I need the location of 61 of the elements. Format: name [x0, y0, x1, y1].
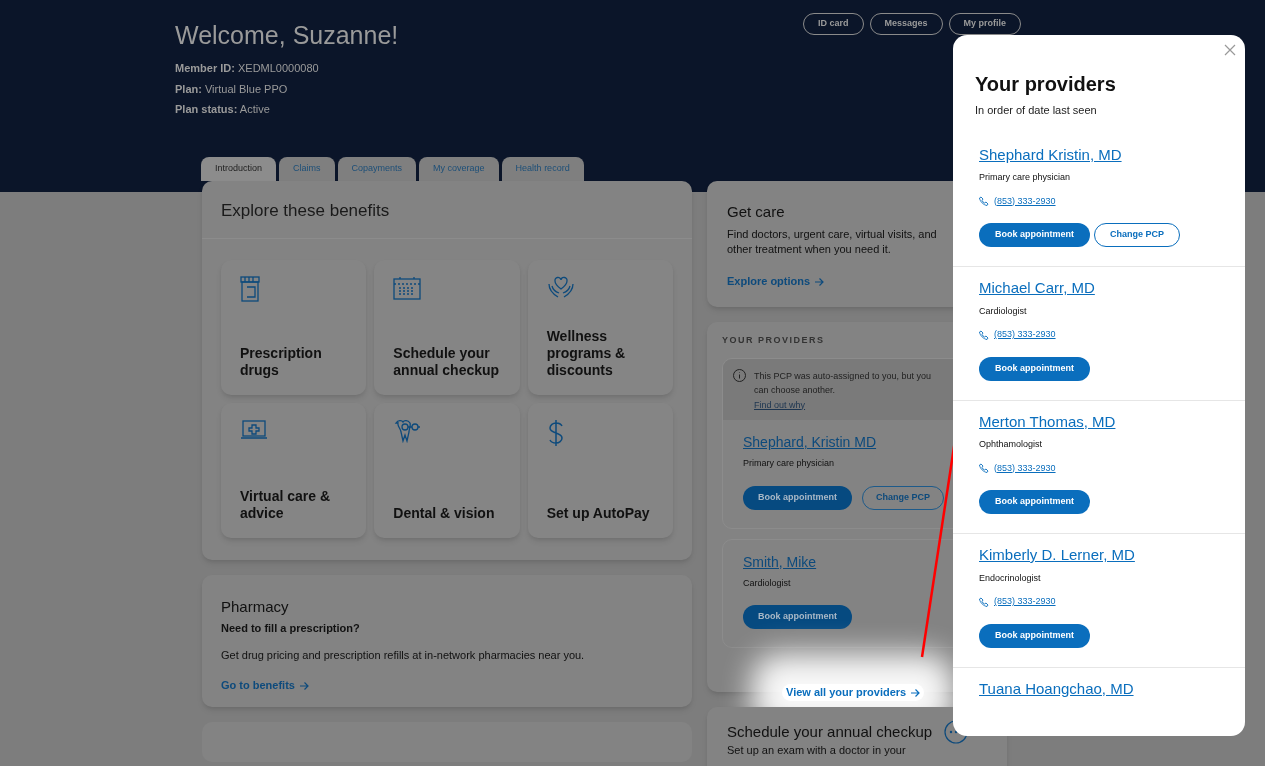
phone-link[interactable]: (853) 333-2930: [994, 595, 1056, 609]
phone-icon: [979, 329, 989, 340]
card-title: Schedule your annual checkup: [727, 721, 933, 742]
card-subtitle: Need to fill a prescription?: [221, 621, 361, 636]
book-appointment-button[interactable]: Book appointment: [979, 356, 1090, 381]
info-icon: [733, 368, 746, 382]
provider-specialty: Endocrinologist: [979, 571, 1041, 585]
modal-title: Your providers: [975, 72, 1116, 97]
benefit-tile[interactable]: Set up AutoPay: [527, 402, 673, 538]
book-appointment-button[interactable]: Book appointment: [979, 623, 1090, 648]
heart-hands-icon: [546, 275, 575, 300]
tab[interactable]: Introduction: [201, 157, 277, 181]
laptop-medical-icon: [240, 418, 268, 441]
phone-icon: [979, 596, 989, 607]
provider-specialty: Cardiologist: [743, 576, 791, 590]
provider-specialty: Primary care physician: [979, 171, 1071, 184]
benefit-tile[interactable]: Prescription drugs: [221, 259, 367, 395]
bottle-icon: [240, 275, 260, 302]
member-detail: Member ID: XEDML0000080: [175, 61, 320, 76]
provider-specialty: Cardiologist: [979, 304, 1027, 318]
provider-specialty: Primary care physician: [743, 457, 835, 470]
member-detail: Plan: Virtual Blue PPO: [175, 81, 289, 97]
modal-subtitle: In order of date last seen: [974, 103, 1098, 118]
card-description: Find doctors, urgent care, virtual visits, and other treatment when you need it.: [727, 226, 938, 257]
dollar-icon: [546, 418, 565, 447]
welcome-heading: Welcome, Suzanne!: [175, 20, 400, 50]
section-heading: YOUR PROVIDERS: [722, 334, 825, 347]
card-description: Set up an exam with a doctor in your: [727, 744, 907, 757]
benefit-tile[interactable]: Wellness programs & discounts: [527, 259, 673, 395]
benefit-tile[interactable]: Schedule your annual checkup: [374, 259, 520, 395]
notice-text: This PCP was auto-assigned to you, but you can choose another.: [754, 369, 932, 397]
tooth-glasses-icon: [393, 418, 422, 443]
arrow-icon: [814, 276, 825, 287]
view-all-providers-link[interactable]: View all your providers: [782, 684, 925, 701]
provider-name-link[interactable]: Merton Thomas, MD: [979, 410, 1116, 433]
phone-link[interactable]: (853) 333-2930: [994, 461, 1056, 475]
provider-name-link[interactable]: Kimberly D. Lerner, MD: [979, 544, 1135, 567]
phone-link[interactable]: (853) 333-2930: [994, 328, 1056, 342]
provider-specialty: Ophthamologist: [979, 438, 1043, 451]
phone-icon: [979, 463, 989, 474]
benefit-tile[interactable]: Dental & vision: [374, 402, 520, 538]
find-out-why-link[interactable]: Find out why: [754, 398, 806, 412]
arrow-icon: [910, 688, 921, 698]
book-appointment-button[interactable]: Book appointment: [979, 490, 1090, 514]
book-appointment-button[interactable]: Book appointment: [979, 223, 1090, 247]
book-appointment-button[interactable]: Book appointment: [743, 605, 852, 629]
provider-name-link[interactable]: Michael Carr, MD: [979, 277, 1095, 300]
phone-link[interactable]: (853) 333-2930: [994, 194, 1056, 208]
calendar-icon: [393, 275, 422, 300]
book-appointment-button[interactable]: Book appointment: [743, 485, 852, 510]
card-title: Pharmacy: [221, 596, 290, 617]
card-description: Get drug pricing and prescription refills at in-network pharmacies near you.: [221, 647, 586, 663]
card-title: Get care: [727, 202, 786, 222]
member-detail: Plan status: Active: [175, 102, 271, 117]
card-title: Explore these benefits: [202, 181, 692, 239]
provider-name-link[interactable]: Shephard Kristin, MD: [979, 143, 1122, 166]
benefit-tile[interactable]: Virtual care & advice: [221, 402, 367, 538]
arrow-icon: [298, 681, 309, 691]
close-icon[interactable]: [1224, 44, 1236, 56]
provider-name-link[interactable]: Tuana Hoangchao, MD: [979, 677, 1134, 700]
phone-icon: [979, 196, 989, 207]
